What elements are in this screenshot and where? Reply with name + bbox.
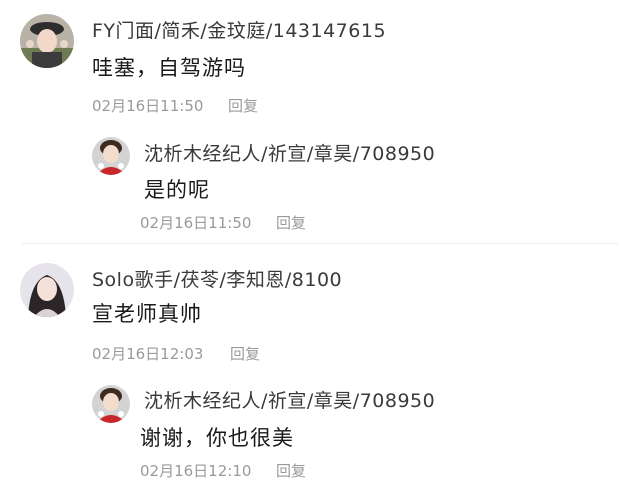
reply-button[interactable]: 回复 (230, 343, 260, 364)
comment-author[interactable]: FY门面/简禾/金玟庭/143147615 (92, 16, 386, 43)
user-avatar-icon[interactable] (92, 385, 130, 423)
comment-text: 宣老师真帅 (92, 302, 202, 326)
comment-date: 02月16日11:50 (92, 97, 204, 115)
divider (22, 243, 618, 244)
reply-text: 谢谢，你也很美 (140, 426, 294, 450)
reply-date: 02月16日11:50 (140, 214, 252, 232)
reply-author[interactable]: 沈析木经纪人/祈宣/章昊/708950 (144, 139, 435, 166)
comment-date: 02月16日12:03 (92, 345, 204, 363)
reply-button[interactable]: 回复 (276, 460, 306, 481)
user-avatar-icon[interactable] (20, 14, 74, 68)
user-avatar-icon[interactable] (20, 263, 74, 317)
reply-button[interactable]: 回复 (276, 212, 306, 233)
reply-author[interactable]: 沈析木经纪人/祈宣/章昊/708950 (144, 386, 435, 413)
user-avatar-icon[interactable] (92, 137, 130, 175)
reply-text: 是的呢 (144, 178, 210, 202)
comment-author[interactable]: Solo歌手/茯苓/李知恩/8100 (92, 265, 342, 292)
comment-text: 哇塞，自驾游吗 (92, 56, 246, 80)
reply-button[interactable]: 回复 (228, 95, 258, 116)
reply-date: 02月16日12:10 (140, 462, 252, 480)
